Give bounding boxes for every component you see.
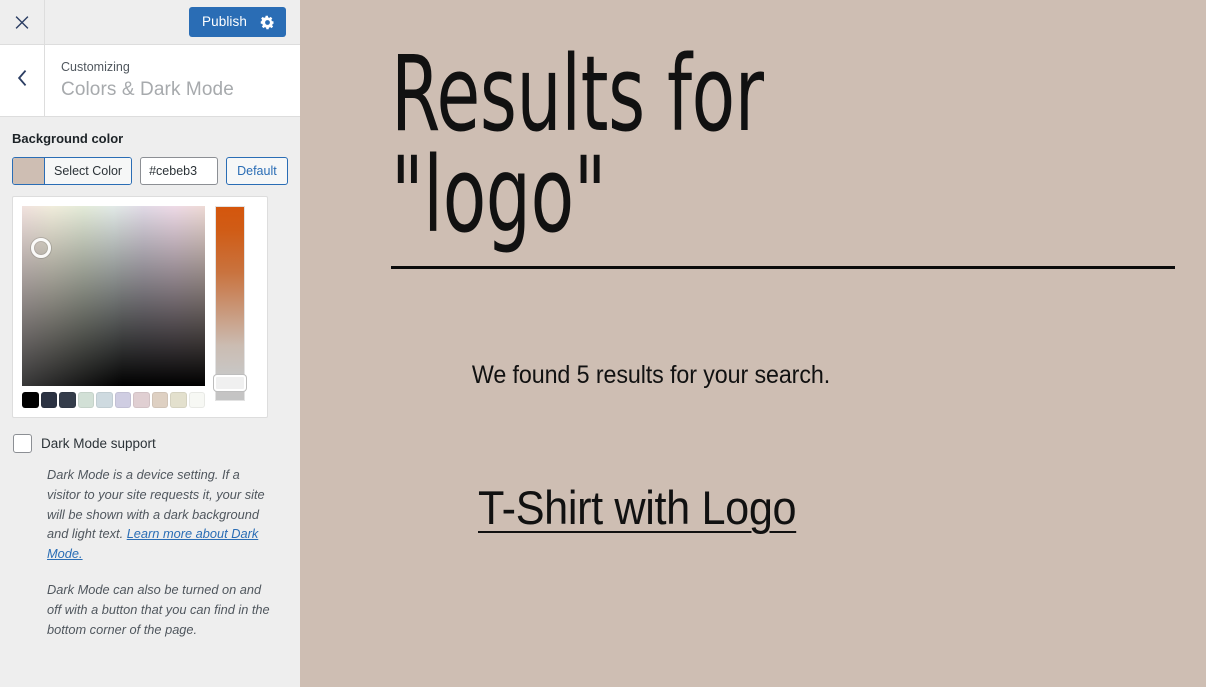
palette-swatch[interactable] bbox=[188, 391, 205, 408]
default-color-button[interactable]: Default bbox=[226, 156, 288, 185]
publish-button[interactable]: Publish bbox=[189, 7, 286, 37]
dark-mode-help-text-2: Dark Mode can also be turned on and off … bbox=[47, 582, 270, 637]
saturation-handle[interactable] bbox=[31, 237, 51, 258]
publish-button-label: Publish bbox=[202, 14, 247, 30]
customizer-topbar: Publish bbox=[0, 0, 300, 45]
picker-left-column bbox=[22, 205, 205, 408]
panel-title-group: Customizing Colors & Dark Mode bbox=[45, 45, 300, 116]
palette-swatch[interactable] bbox=[151, 391, 168, 408]
color-picker-popup bbox=[12, 195, 268, 418]
page-title: Colors & Dark Mode bbox=[61, 79, 234, 101]
select-color-label: Select Color bbox=[45, 157, 132, 184]
search-result-title-link[interactable]: T-Shirt with Logo bbox=[478, 480, 797, 535]
color-control-row: Select Color Default bbox=[12, 156, 288, 185]
close-icon bbox=[15, 15, 29, 29]
panel-header: Customizing Colors & Dark Mode bbox=[0, 45, 300, 117]
customizer-screen: Publish Customizing Colors & Dark Mode B… bbox=[0, 0, 1206, 687]
dark-mode-help-text-1: Dark Mode is a device setting. If a visi… bbox=[47, 465, 276, 564]
dark-mode-checkbox[interactable] bbox=[13, 433, 32, 453]
panel-eyebrow: Customizing bbox=[61, 59, 130, 74]
back-button[interactable] bbox=[0, 45, 45, 116]
customizer-sidebar: Publish Customizing Colors & Dark Mode B… bbox=[0, 0, 300, 687]
saturation-value-area[interactable] bbox=[22, 205, 205, 386]
picker-right-column bbox=[214, 205, 247, 408]
background-color-label: Background color bbox=[12, 131, 124, 146]
controls-container: Background color Select Color Default bbox=[0, 117, 300, 640]
search-result-item: T-Shirt with Logo bbox=[391, 480, 1175, 535]
site-preview-frame[interactable]: Results for "logo" We found 5 results fo… bbox=[300, 0, 1206, 687]
palette-swatch[interactable] bbox=[133, 391, 150, 408]
palette-swatch[interactable] bbox=[22, 391, 39, 408]
current-color-swatch bbox=[13, 157, 45, 184]
palette-swatch[interactable] bbox=[96, 391, 113, 408]
palette-swatch[interactable] bbox=[114, 391, 131, 408]
chevron-left-icon bbox=[17, 70, 28, 91]
heading-divider bbox=[391, 265, 1175, 269]
results-count-text: We found 5 results for your search. bbox=[471, 360, 831, 389]
palette-swatch[interactable] bbox=[77, 391, 94, 408]
dark-mode-checkbox-label[interactable]: Dark Mode support bbox=[41, 436, 156, 451]
close-customizer-button[interactable] bbox=[0, 0, 45, 44]
gear-icon[interactable] bbox=[260, 15, 275, 30]
select-color-button[interactable]: Select Color bbox=[12, 156, 133, 185]
palette-swatch[interactable] bbox=[170, 391, 187, 408]
search-results-heading: Results for "logo" bbox=[391, 33, 764, 256]
dark-mode-support-row[interactable]: Dark Mode support bbox=[12, 433, 288, 453]
hex-color-input[interactable] bbox=[140, 156, 219, 185]
palette-swatch-strip bbox=[22, 391, 205, 408]
palette-swatch[interactable] bbox=[59, 391, 76, 408]
palette-swatch[interactable] bbox=[40, 391, 57, 408]
hue-slider[interactable] bbox=[214, 205, 246, 401]
hue-slider-handle[interactable] bbox=[214, 374, 246, 391]
preview-content: Results for "logo" We found 5 results fo… bbox=[391, 0, 1175, 535]
